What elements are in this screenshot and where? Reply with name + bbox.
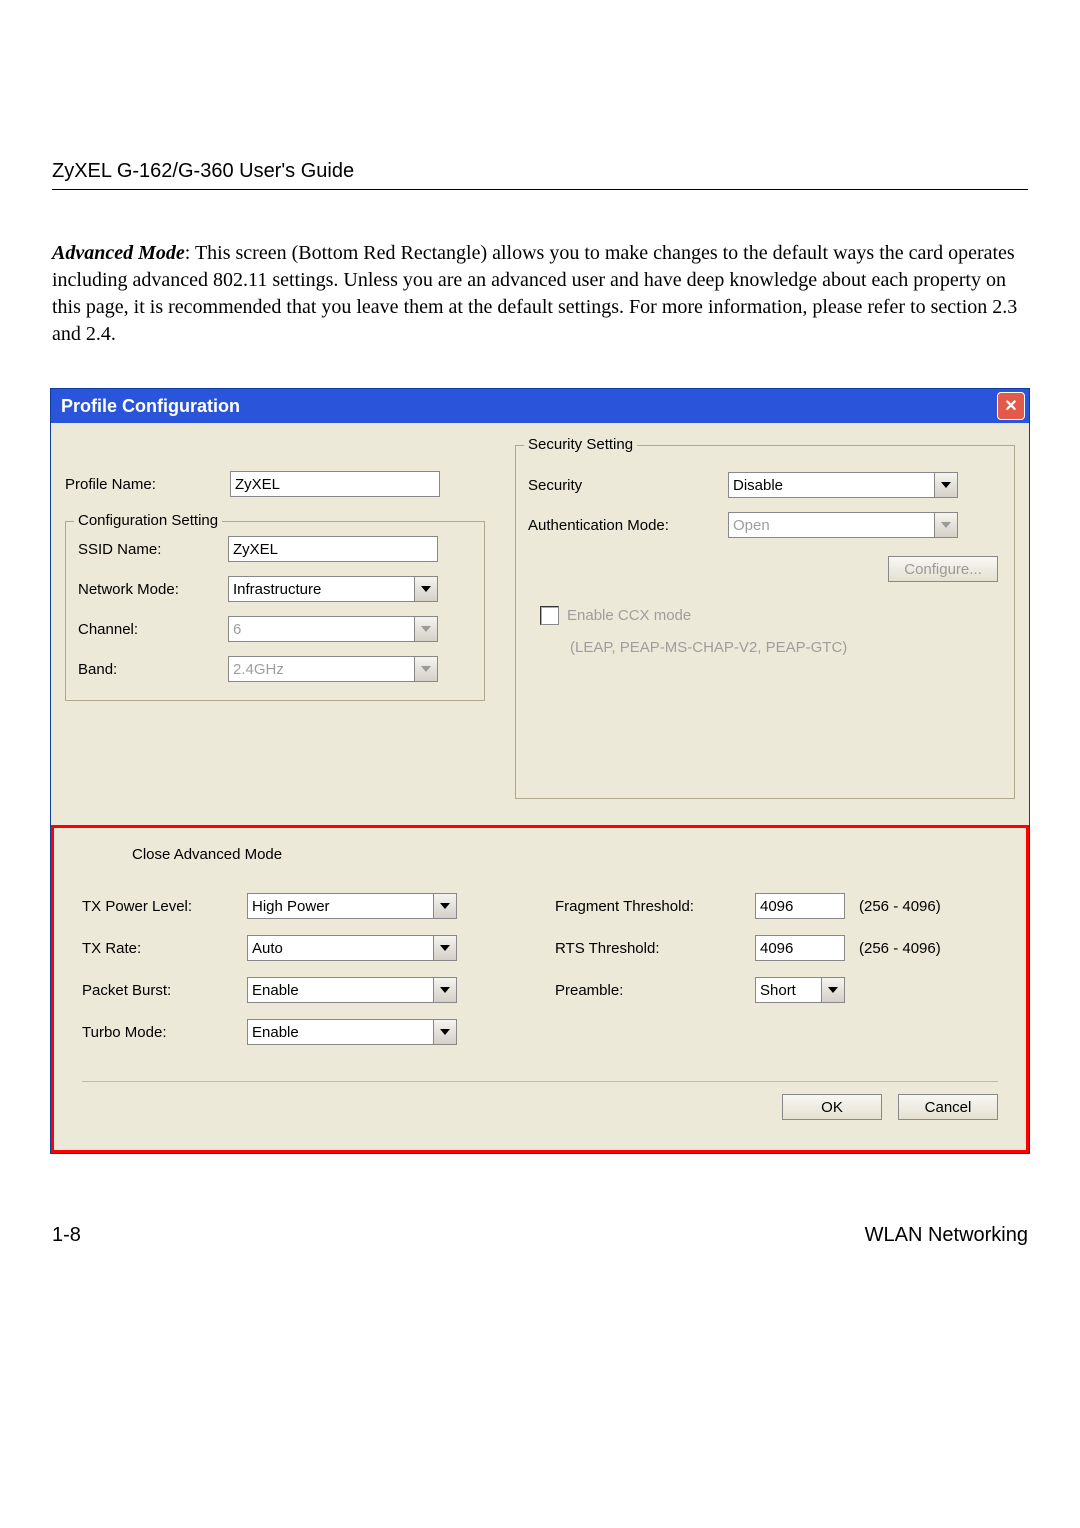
chevron-down-icon: [414, 657, 437, 681]
channel-select: 6: [228, 616, 438, 642]
ok-button[interactable]: OK: [782, 1094, 882, 1120]
auth-mode-value: Open: [733, 517, 770, 534]
cancel-button[interactable]: Cancel: [898, 1094, 998, 1120]
para-lead: Advanced Mode: [52, 242, 185, 264]
close-button[interactable]: ✕: [997, 392, 1025, 420]
tx-power-value: High Power: [252, 898, 330, 915]
configure-button-label: Configure...: [904, 561, 982, 578]
preamble-value: Short: [760, 982, 796, 999]
security-setting-group: Security Setting Security Disable Authen…: [515, 445, 1015, 799]
profile-name-label: Profile Name:: [65, 476, 230, 493]
chevron-down-icon: [433, 936, 456, 960]
tx-rate-label: TX Rate:: [82, 940, 247, 957]
tx-power-select[interactable]: High Power: [247, 893, 457, 919]
cancel-button-label: Cancel: [925, 1099, 972, 1116]
fragment-threshold-input[interactable]: 4096: [755, 893, 845, 919]
page-number: 1-8: [52, 1224, 81, 1247]
configure-button: Configure...: [888, 556, 998, 582]
packet-burst-value: Enable: [252, 982, 299, 999]
ssid-value: ZyXEL: [233, 541, 278, 558]
auth-mode-label: Authentication Mode:: [528, 517, 728, 534]
ccx-subtext: (LEAP, PEAP-MS-CHAP-V2, PEAP-GTC): [570, 639, 1002, 656]
channel-label: Channel:: [78, 621, 228, 638]
configuration-setting-group: Configuration Setting SSID Name: ZyXEL N…: [65, 521, 485, 701]
tx-power-label: TX Power Level:: [82, 898, 247, 915]
para-body: : This screen (Bottom Red Rectangle) all…: [52, 242, 1017, 345]
chevron-down-icon: [433, 978, 456, 1002]
chevron-down-icon: [433, 894, 456, 918]
enable-ccx-checkbox: [540, 606, 559, 625]
preamble-label: Preamble:: [555, 982, 755, 999]
profile-name-input[interactable]: ZyXEL: [230, 471, 440, 497]
chevron-down-icon: [414, 617, 437, 641]
security-select[interactable]: Disable: [728, 472, 958, 498]
footer-right: WLAN Networking: [865, 1224, 1028, 1247]
chevron-down-icon: [821, 978, 844, 1002]
network-mode-select[interactable]: Infrastructure: [228, 576, 438, 602]
network-mode-label: Network Mode:: [78, 581, 228, 598]
ssid-label: SSID Name:: [78, 541, 228, 558]
security-setting-legend: Security Setting: [524, 436, 637, 453]
chevron-down-icon: [934, 473, 957, 497]
fragment-threshold-range: (256 - 4096): [859, 898, 941, 915]
profile-configuration-window: Profile Configuration ✕ Profile Name: Zy…: [50, 388, 1030, 1154]
fragment-threshold-label: Fragment Threshold:: [555, 898, 755, 915]
turbo-mode-select[interactable]: Enable: [247, 1019, 457, 1045]
band-select: 2.4GHz: [228, 656, 438, 682]
rts-threshold-input[interactable]: 4096: [755, 935, 845, 961]
advanced-mode-paragraph: Advanced Mode: This screen (Bottom Red R…: [52, 240, 1028, 348]
close-advanced-mode-link[interactable]: Close Advanced Mode: [132, 846, 282, 863]
turbo-mode-label: Turbo Mode:: [82, 1024, 247, 1041]
close-icon: ✕: [1004, 396, 1017, 416]
security-value: Disable: [733, 477, 783, 494]
turbo-mode-value: Enable: [252, 1024, 299, 1041]
advanced-mode-section: Close Advanced Mode TX Power Level: High…: [51, 825, 1029, 1153]
packet-burst-label: Packet Burst:: [82, 982, 247, 999]
titlebar: Profile Configuration ✕: [51, 389, 1029, 423]
chevron-down-icon: [934, 513, 957, 537]
tx-rate-value: Auto: [252, 940, 283, 957]
fragment-threshold-value: 4096: [760, 898, 793, 915]
rts-threshold-value: 4096: [760, 940, 793, 957]
configuration-setting-legend: Configuration Setting: [74, 512, 222, 529]
band-value: 2.4GHz: [233, 661, 284, 678]
security-label: Security: [528, 477, 728, 494]
chevron-down-icon: [414, 577, 437, 601]
enable-ccx-label: Enable CCX mode: [567, 607, 691, 624]
preamble-select[interactable]: Short: [755, 977, 845, 1003]
profile-name-value: ZyXEL: [235, 476, 280, 493]
channel-value: 6: [233, 621, 241, 638]
tx-rate-select[interactable]: Auto: [247, 935, 457, 961]
chevron-down-icon: [433, 1020, 456, 1044]
band-label: Band:: [78, 661, 228, 678]
ssid-input[interactable]: ZyXEL: [228, 536, 438, 562]
window-title: Profile Configuration: [61, 396, 240, 417]
rts-threshold-label: RTS Threshold:: [555, 940, 755, 957]
auth-mode-select: Open: [728, 512, 958, 538]
rts-threshold-range: (256 - 4096): [859, 940, 941, 957]
network-mode-value: Infrastructure: [233, 581, 321, 598]
ok-button-label: OK: [821, 1099, 843, 1116]
document-header: ZyXEL G-162/G-360 User's Guide: [52, 160, 1028, 190]
packet-burst-select[interactable]: Enable: [247, 977, 457, 1003]
